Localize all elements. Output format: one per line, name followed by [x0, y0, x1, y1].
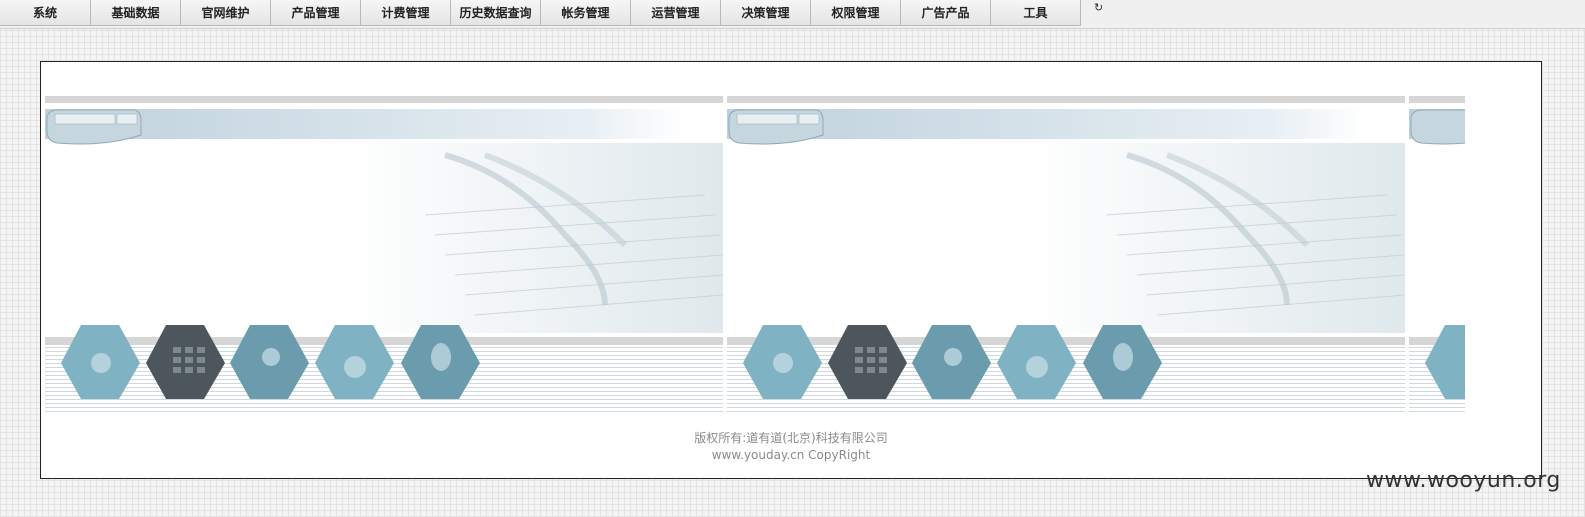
menu-item-history-query[interactable]: 历史数据查询 — [451, 0, 541, 26]
menu-item-permission-management[interactable]: 权限管理 — [811, 0, 901, 26]
menu-item-ad-products[interactable]: 广告产品 — [901, 0, 991, 26]
menu-item-account-management[interactable]: 帐务管理 — [541, 0, 631, 26]
top-menu-bar: 系统 基础数据 官网维护 产品管理 计费管理 历史数据查询 帐务管理 运营管理 … — [0, 0, 1585, 29]
banner-strip — [45, 95, 1465, 415]
menu-items: 系统 基础数据 官网维护 产品管理 计费管理 历史数据查询 帐务管理 运营管理 … — [0, 0, 1081, 28]
keyboard-icon — [1410, 109, 1465, 145]
banner-tile — [727, 95, 1409, 415]
banner-image — [727, 95, 1409, 415]
menu-item-system[interactable]: 系统 — [0, 0, 91, 26]
footer-site: www.youday.cn CopyRight — [711, 448, 871, 462]
banner-image — [1409, 95, 1465, 415]
main-frame: 版权所有:道有道(北京)科技有限公司 www.youday.cn CopyRig… — [40, 61, 1542, 479]
watermark: www.wooyun.org — [1366, 468, 1561, 493]
footer-copyright: 版权所有:道有道(北京)科技有限公司 — [694, 431, 888, 445]
footer: 版权所有:道有道(北京)科技有限公司 www.youday.cn CopyRig… — [41, 430, 1541, 464]
menu-item-decision-management[interactable]: 决策管理 — [721, 0, 811, 26]
refresh-icon[interactable]: ↻ — [1094, 2, 1106, 14]
banner-image — [45, 95, 727, 415]
menu-item-site-maintenance[interactable]: 官网维护 — [181, 0, 271, 26]
keyboard-icon — [728, 109, 824, 145]
keyboard-icon — [46, 109, 142, 145]
menu-item-billing-management[interactable]: 计费管理 — [361, 0, 451, 26]
menu-item-product-management[interactable]: 产品管理 — [271, 0, 361, 26]
banner-tile — [45, 95, 727, 415]
menu-item-basic-data[interactable]: 基础数据 — [91, 0, 181, 26]
menu-item-tools[interactable]: 工具 — [991, 0, 1081, 26]
menu-item-operations-management[interactable]: 运营管理 — [631, 0, 721, 26]
banner-tile — [1409, 95, 1465, 415]
